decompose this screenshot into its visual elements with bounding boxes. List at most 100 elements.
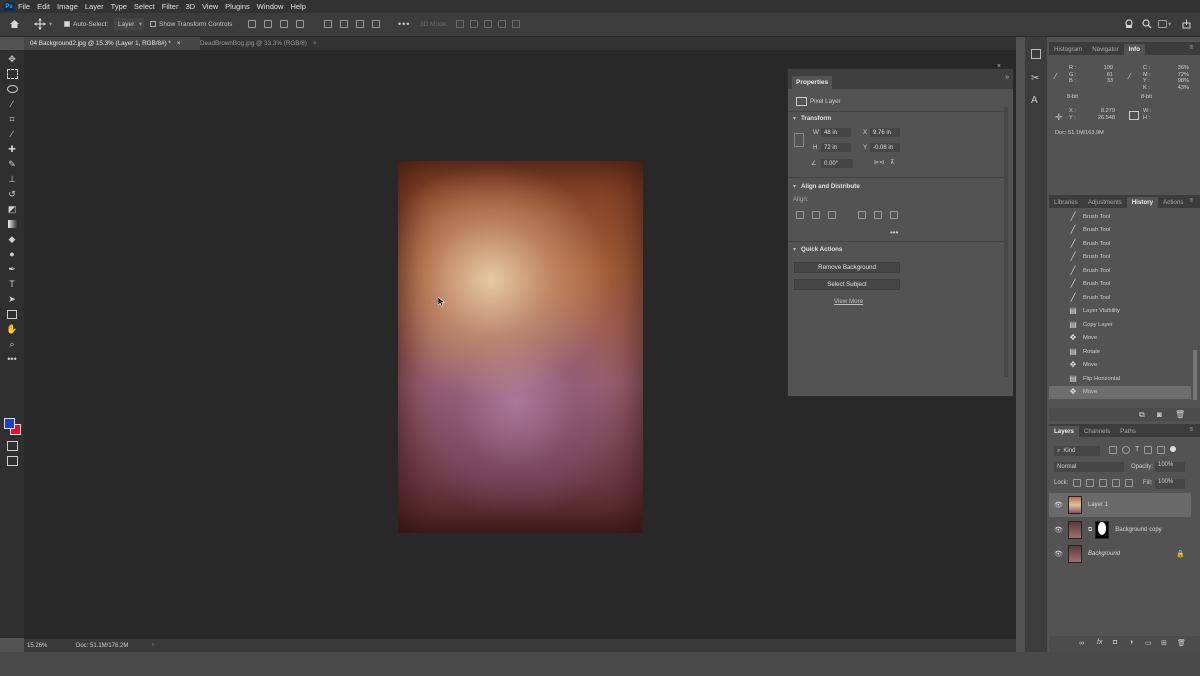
learn-panel-icon[interactable] [1031, 49, 1041, 59]
pen-tool-icon[interactable]: ✒ [6, 263, 18, 275]
menu-3d[interactable]: 3D [185, 2, 195, 11]
foreground-color-swatch[interactable] [4, 418, 15, 429]
dodge-tool-icon[interactable]: ● [6, 248, 18, 260]
distribute-horizontal-icon[interactable] [372, 20, 380, 28]
history-item[interactable]: ✥ Move [1049, 385, 1191, 399]
new-layer-icon[interactable]: ⊞ [1161, 639, 1167, 647]
menu-file[interactable]: File [18, 2, 30, 11]
chevron-down-icon[interactable]: ▾ [793, 115, 796, 122]
layer-filter-dropdown[interactable]: ⌕ Kind [1054, 446, 1100, 456]
new-group-icon[interactable]: ▭ [1145, 639, 1152, 647]
more-options-button[interactable]: ••• [398, 18, 410, 30]
tab-histogram[interactable]: Histogram [1049, 44, 1087, 55]
tab-document-2[interactable]: DeadBrownBog.jpg @ 33.3% (RGB/8) × [194, 37, 336, 50]
history-item[interactable]: ✥ Move [1049, 359, 1191, 372]
layer-style-icon[interactable]: fx [1097, 639, 1102, 646]
filter-toggle-icon[interactable] [1170, 446, 1177, 452]
panel-collapse-icon[interactable]: » [1005, 74, 1009, 81]
menu-help[interactable]: Help [290, 2, 305, 11]
search-icon[interactable] [1142, 18, 1152, 30]
gradient-tool-icon[interactable] [6, 218, 18, 230]
history-item[interactable]: ╱ Brush Tool [1049, 251, 1191, 264]
tab-info[interactable]: Info [1123, 44, 1146, 55]
orbit-3d-icon[interactable] [456, 20, 464, 28]
layer-name[interactable]: Layer 1 [1088, 502, 1108, 508]
new-document-from-state-icon[interactable]: ⧉ [1139, 410, 1145, 420]
align-right-icon[interactable] [828, 211, 836, 219]
menu-type[interactable]: Type [111, 2, 127, 11]
tab-adjustments[interactable]: Adjustments [1083, 197, 1127, 208]
menu-window[interactable]: Window [257, 2, 284, 11]
filter-adjustment-icon[interactable] [1122, 446, 1130, 454]
path-selection-tool-icon[interactable]: ➤ [6, 293, 18, 305]
share-icon[interactable] [1182, 18, 1191, 30]
eraser-tool-icon[interactable]: ◩ [6, 203, 18, 215]
character-panel-icon[interactable]: A [1031, 95, 1038, 106]
brush-tool-icon[interactable]: ✎ [6, 158, 18, 170]
clone-stamp-tool-icon[interactable]: ⊥ [6, 173, 18, 185]
healing-brush-tool-icon[interactable]: ✚ [6, 143, 18, 155]
remove-background-button[interactable]: Remove Background [794, 262, 900, 273]
lock-all-icon[interactable] [1125, 479, 1133, 487]
brush-settings-icon[interactable]: ✂ [1031, 73, 1039, 84]
filter-smart-object-icon[interactable] [1157, 446, 1166, 454]
eye-icon[interactable]: 👁 [1054, 501, 1063, 509]
align-horizontal-centers-icon[interactable] [264, 20, 272, 28]
menu-select[interactable]: Select [134, 2, 155, 11]
blend-mode-dropdown[interactable]: Normal [1054, 462, 1124, 472]
filter-type-icon[interactable]: T [1135, 446, 1139, 454]
history-item[interactable]: ╱ Brush Tool [1049, 278, 1191, 291]
marquee-tool-icon[interactable] [6, 68, 18, 80]
panel-menu-icon[interactable]: ≡ [1184, 195, 1198, 206]
layer-name[interactable]: Background [1088, 551, 1120, 557]
history-item[interactable]: ╱ Brush Tool [1049, 210, 1191, 223]
lasso-tool-icon[interactable] [6, 83, 18, 95]
cloud-share-icon[interactable] [1124, 18, 1134, 30]
lock-transparency-icon[interactable] [1073, 479, 1081, 487]
roll-3d-icon[interactable] [470, 20, 478, 28]
align-left-icon[interactable] [796, 211, 804, 219]
align-top-edges-icon[interactable] [296, 20, 304, 28]
menu-view[interactable]: View [202, 2, 218, 11]
crop-tool-icon[interactable]: ⌗ [6, 113, 18, 125]
document-image[interactable] [398, 161, 643, 533]
align-vertical-centers-icon[interactable] [324, 20, 332, 28]
photoshop-logo-icon[interactable]: Ps [4, 2, 14, 11]
properties-scrollbar[interactable] [1004, 107, 1008, 377]
chevron-down-icon[interactable]: ▾ [793, 183, 796, 190]
view-more-link[interactable]: View More [834, 298, 863, 305]
tab-libraries[interactable]: Libraries [1049, 197, 1083, 208]
layer-name[interactable]: Background copy [1115, 527, 1161, 533]
quick-mask-icon[interactable] [6, 440, 18, 452]
close-icon[interactable]: × [177, 40, 181, 47]
panel-menu-icon[interactable]: ≡ [1184, 424, 1198, 435]
eyedropper-tool-icon[interactable]: ∕ [6, 128, 18, 140]
link-dimensions-icon[interactable] [794, 133, 804, 147]
pan-3d-icon[interactable] [484, 20, 492, 28]
history-item[interactable]: ✥ Move [1049, 332, 1191, 345]
width-field[interactable]: 48 in [821, 128, 851, 137]
show-transform-controls-checkbox[interactable]: Show Transform Controls [150, 18, 232, 30]
history-scrollbar[interactable] [1193, 350, 1197, 400]
menu-filter[interactable]: Filter [162, 2, 179, 11]
history-item[interactable]: ▤ Layer Visibility [1049, 305, 1191, 318]
eye-icon[interactable]: 👁 [1054, 526, 1063, 534]
lock-artboard-icon[interactable] [1112, 479, 1120, 487]
layer-mask-thumbnail[interactable] [1095, 521, 1110, 539]
select-subject-button[interactable]: Select Subject [794, 279, 900, 290]
align-middle-icon[interactable] [874, 211, 882, 219]
zoom-tool-icon[interactable]: ⌕ [6, 338, 18, 350]
history-brush-tool-icon[interactable]: ↺ [6, 188, 18, 200]
y-field[interactable]: -0.08 in [870, 143, 900, 152]
history-item[interactable]: ╱ Brush Tool [1049, 291, 1191, 304]
more-align-options[interactable]: ••• [890, 228, 898, 237]
rectangle-tool-icon[interactable] [6, 308, 18, 320]
tab-channels[interactable]: Channels [1079, 426, 1115, 437]
transform-section-label[interactable]: Transform [801, 115, 831, 122]
angle-field[interactable]: 0.00° [821, 159, 853, 168]
scale-3d-icon[interactable] [512, 20, 520, 28]
history-item[interactable]: ╱ Brush Tool [1049, 264, 1191, 277]
eye-icon[interactable]: 👁 [1054, 550, 1063, 558]
slide-3d-icon[interactable] [498, 20, 506, 28]
filter-pixel-icon[interactable] [1109, 446, 1117, 454]
